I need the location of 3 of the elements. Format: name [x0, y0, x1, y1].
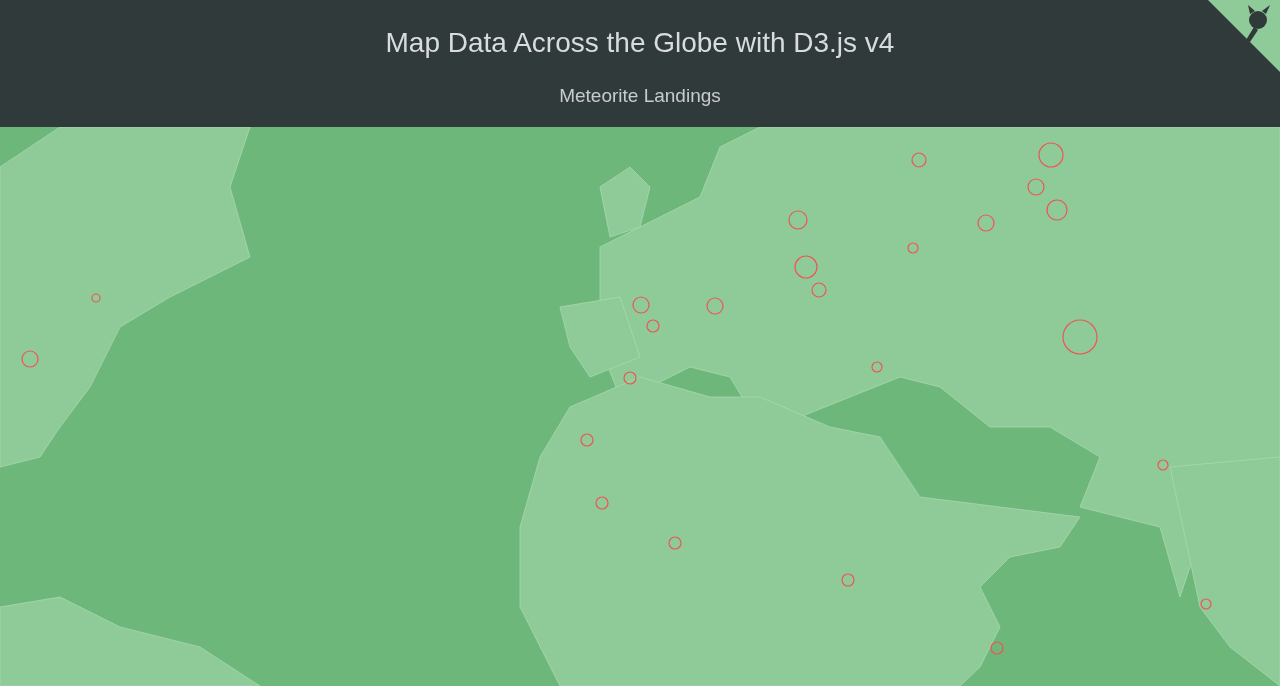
github-corner-link[interactable] — [1208, 0, 1280, 72]
page-subtitle: Meteorite Landings — [559, 84, 721, 108]
page-title: Map Data Across the Globe with D3.js v4 — [385, 26, 895, 60]
